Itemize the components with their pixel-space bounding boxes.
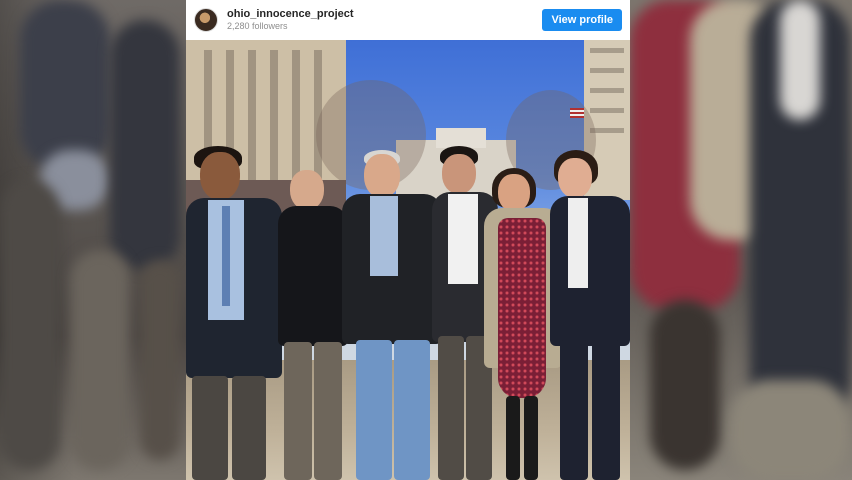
post-photo — [186, 40, 630, 480]
person-1 — [186, 140, 286, 480]
account-info: ohio_innocence_project 2,280 followers — [227, 8, 354, 32]
follower-count: 2,280 followers — [227, 21, 288, 31]
embed-header: ohio_innocence_project 2,280 followers V… — [186, 0, 630, 40]
view-profile-button[interactable]: View profile — [542, 9, 622, 31]
flag — [570, 108, 584, 118]
profile-avatar[interactable] — [194, 8, 218, 32]
instagram-embed-card: ohio_innocence_project 2,280 followers V… — [186, 0, 630, 480]
person-6 — [546, 150, 630, 480]
username[interactable]: ohio_innocence_project — [227, 8, 354, 21]
left-blurred-backdrop — [0, 0, 186, 480]
right-blurred-backdrop — [630, 0, 852, 480]
